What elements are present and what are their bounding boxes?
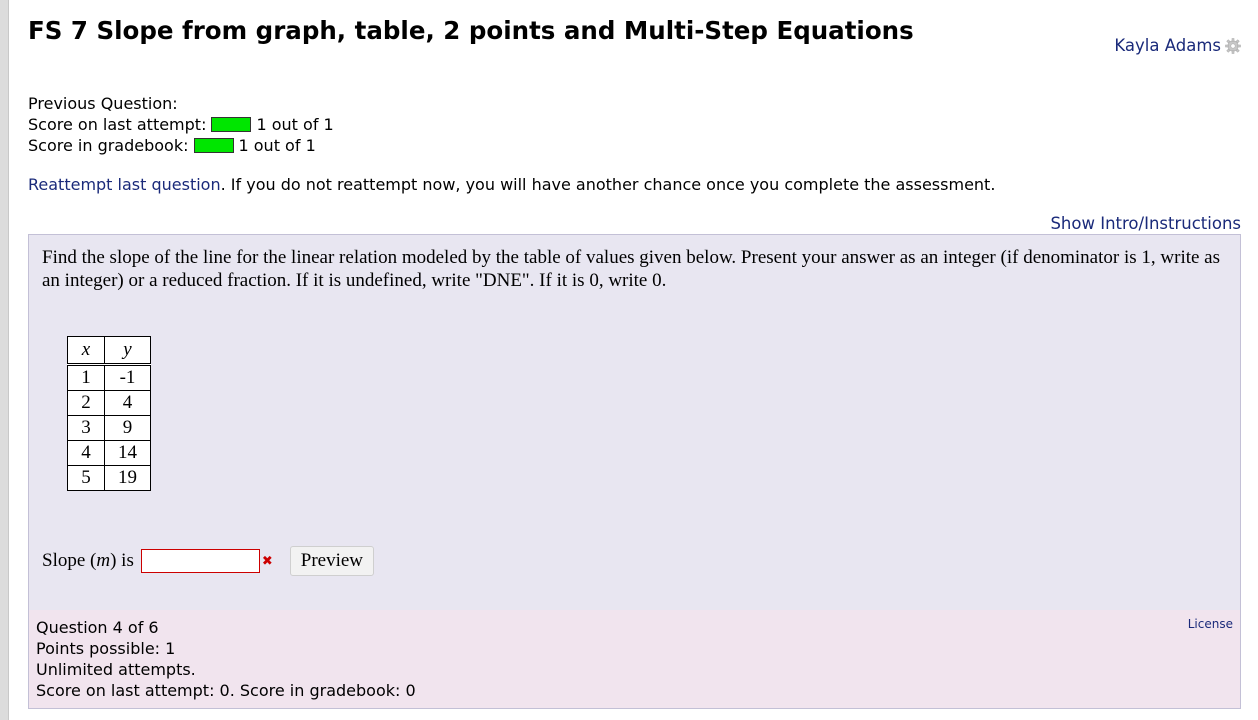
gear-icon[interactable] <box>1225 37 1241 54</box>
license-link[interactable]: License <box>1188 617 1233 631</box>
question-info-box: Question 4 of 6 Points possible: 1 Unlim… <box>28 610 1241 709</box>
attempts-info: Unlimited attempts. <box>36 660 196 679</box>
table-cell-x: 2 <box>67 390 105 416</box>
gradebook-value: 1 out of 1 <box>238 136 316 155</box>
table-cell-x: 3 <box>67 415 105 441</box>
answer-row: Slope (m) is ✖ Preview <box>42 546 375 576</box>
gradebook-label: Score in gradebook: <box>28 136 189 155</box>
previous-question-summary: Previous Question: Score on last attempt… <box>28 93 334 156</box>
answer-label-post: ) is <box>110 550 134 571</box>
question-number: Question 4 of 6 <box>36 618 159 637</box>
preview-button[interactable]: Preview <box>289 546 375 576</box>
gradebook-score-row: Score in gradebook: 1 out of 1 <box>28 135 334 156</box>
table-cell-y: -1 <box>104 364 151 391</box>
reattempt-link[interactable]: Reattempt last question <box>28 175 221 194</box>
table-header-y: y <box>104 336 151 366</box>
question-prompt: Find the slope of the line for the linea… <box>42 247 1221 291</box>
table-cell-x: 5 <box>67 465 105 491</box>
last-attempt-value: 1 out of 1 <box>256 115 334 134</box>
left-border <box>0 0 9 720</box>
question-box: Find the slope of the line for the linea… <box>28 234 1241 611</box>
last-attempt-score-row: Score on last attempt: 1 out of 1 <box>28 114 334 135</box>
table-row: 3 9 <box>67 415 151 441</box>
table-row: 4 14 <box>67 440 151 466</box>
table-row: 2 4 <box>67 390 151 416</box>
table-header-x: x <box>67 336 105 366</box>
reattempt-notice: Reattempt last question. If you do not r… <box>28 175 995 194</box>
table-row: 5 19 <box>67 465 151 491</box>
table-cell-y: 4 <box>104 390 151 416</box>
table-header-row: x y <box>67 336 151 366</box>
answer-label-pre: Slope ( <box>42 550 97 571</box>
question-info: Question 4 of 6 Points possible: 1 Unlim… <box>36 617 416 701</box>
page-title: FS 7 Slope from graph, table, 2 points a… <box>28 16 914 45</box>
table-cell-x: 4 <box>67 440 105 466</box>
table-cell-y: 14 <box>104 440 151 466</box>
last-attempt-score-bar <box>211 117 252 132</box>
points-possible: Points possible: 1 <box>36 639 176 658</box>
show-intro-link[interactable]: Show Intro/Instructions <box>1050 214 1241 233</box>
table-row: 1 -1 <box>67 364 151 391</box>
answer-label-var: m <box>96 550 111 571</box>
table-cell-y: 19 <box>104 465 151 491</box>
previous-question-heading: Previous Question: <box>28 94 178 113</box>
gradebook-score-bar <box>193 138 234 153</box>
user-menu[interactable]: Kayla Adams <box>1114 36 1241 55</box>
score-info: Score on last attempt: 0. Score in grade… <box>36 681 416 700</box>
last-attempt-label: Score on last attempt: <box>28 115 207 134</box>
incorrect-icon: ✖ <box>261 553 273 569</box>
reattempt-text: . If you do not reattempt now, you will … <box>220 175 996 194</box>
slope-answer-input[interactable] <box>140 549 260 573</box>
table-cell-y: 9 <box>104 415 151 441</box>
user-name[interactable]: Kayla Adams <box>1114 36 1221 55</box>
values-table: x y 1 -1 2 4 3 9 4 14 5 19 <box>67 336 151 491</box>
table-cell-x: 1 <box>67 364 105 391</box>
